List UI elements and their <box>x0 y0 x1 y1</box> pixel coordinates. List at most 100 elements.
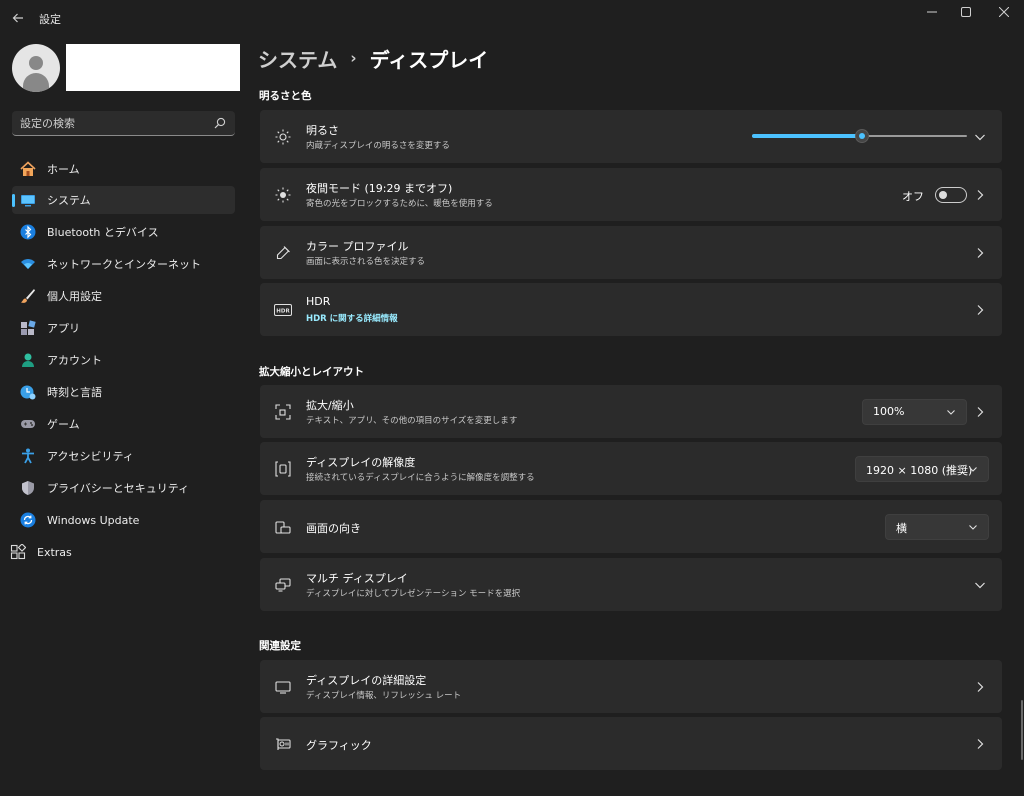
brightness-card[interactable]: 明るさ 内蔵ディスプレイの明るさを変更する <box>260 110 1002 163</box>
orientation-dropdown[interactable]: 横 <box>885 513 989 540</box>
minimize-button[interactable] <box>914 0 950 24</box>
scale-icon <box>274 403 292 421</box>
sidebar-item-time-language[interactable]: 時刻と言語 <box>12 378 235 406</box>
sidebar-item-label: システム <box>47 194 91 207</box>
sidebar-item-accessibility[interactable]: アクセシビリティ <box>12 442 235 470</box>
sidebar-item-label: ホーム <box>47 163 80 176</box>
advanced-display-title: ディスプレイの詳細設定 <box>306 674 427 687</box>
sidebar-item-personalization[interactable]: 個人用設定 <box>12 282 235 310</box>
search-box[interactable] <box>12 111 235 136</box>
sidebar-item-label: アクセシビリティ <box>47 450 134 463</box>
breadcrumb-separator-icon: › <box>350 49 357 67</box>
sidebar-item-account[interactable]: アカウント <box>12 346 235 374</box>
scale-desc: テキスト、アプリ、その他の項目のサイズを変更します <box>306 416 518 426</box>
hdr-icon: HDR <box>274 301 292 319</box>
eyedropper-icon <box>274 244 292 262</box>
sidebar-item-system[interactable]: システム <box>12 186 235 214</box>
night-light-icon <box>274 186 292 204</box>
brightness-desc: 内蔵ディスプレイの明るさを変更する <box>306 141 450 151</box>
multi-display-card[interactable]: マルチ ディスプレイ ディスプレイに対してプレゼンテーション モードを選択 <box>260 558 1002 611</box>
sidebar-item-windows-update[interactable]: Windows Update <box>12 506 235 534</box>
scale-dropdown-value: 100% <box>873 404 905 418</box>
resolution-title: ディスプレイの解像度 <box>306 456 416 469</box>
section-title-related: 関連設定 <box>259 640 301 652</box>
maximize-icon <box>961 7 971 17</box>
sidebar-item-extras[interactable]: Extras <box>10 538 235 566</box>
scale-card[interactable]: 拡大/縮小 テキスト、アプリ、その他の項目のサイズを変更します 100% <box>260 385 1002 438</box>
orientation-card[interactable]: 画面の向き 横 <box>260 500 1002 553</box>
privacy-shield-icon <box>20 480 36 496</box>
multi-display-icon <box>274 576 292 594</box>
graphics-card[interactable]: グラフィック <box>260 717 1002 770</box>
graphics-card-icon <box>274 735 292 753</box>
night-light-state-label: オフ <box>902 189 924 203</box>
page-title: ディスプレイ <box>369 47 489 72</box>
chevron-right-icon[interactable] <box>974 738 986 750</box>
sidebar-item-label: アカウント <box>47 354 102 367</box>
resolution-desc: 接続されているディスプレイに合うように解像度を調整する <box>306 473 535 483</box>
maximize-button[interactable] <box>948 0 984 24</box>
bluetooth-icon <box>20 224 36 240</box>
chevron-right-icon[interactable] <box>974 189 986 201</box>
resolution-dropdown-value: 1920 × 1080 (推奨) <box>866 463 973 477</box>
sidebar-item-label: プライバシーとセキュリティ <box>47 482 190 495</box>
breadcrumb: システム › ディスプレイ <box>258 43 488 73</box>
night-light-title: 夜間モード (19:29 までオフ) <box>306 182 453 195</box>
brightness-slider[interactable] <box>752 129 967 143</box>
resolution-card[interactable]: ディスプレイの解像度 接続されているディスプレイに合うように解像度を調整する 1… <box>260 442 1002 495</box>
chevron-down-icon <box>969 466 977 472</box>
chevron-right-icon[interactable] <box>974 304 986 316</box>
sidebar-item-network[interactable]: ネットワークとインターネット <box>12 250 235 278</box>
breadcrumb-parent[interactable]: システム <box>258 44 337 73</box>
chevron-down-icon[interactable] <box>974 579 986 591</box>
resolution-icon <box>274 460 292 478</box>
night-light-toggle[interactable] <box>935 186 967 203</box>
chevron-right-icon[interactable] <box>974 247 986 259</box>
scale-dropdown[interactable]: 100% <box>862 398 967 425</box>
sidebar-item-label: 個人用設定 <box>47 290 102 303</box>
back-button[interactable] <box>6 6 30 30</box>
monitor-icon <box>274 678 292 696</box>
multi-display-desc: ディスプレイに対してプレゼンテーション モードを選択 <box>306 589 521 599</box>
orientation-icon <box>274 518 292 536</box>
windows-update-icon <box>20 512 36 528</box>
night-light-desc: 寄色の光をブロックするために、暖色を使用する <box>306 199 493 209</box>
search-icon[interactable] <box>214 117 226 129</box>
search-input[interactable] <box>20 115 210 132</box>
sidebar-item-label: Bluetooth とデバイス <box>47 226 159 239</box>
sidebar-item-gaming[interactable]: ゲーム <box>12 410 235 438</box>
scrollbar[interactable] <box>1021 700 1023 760</box>
hdr-card[interactable]: HDR HDR HDR に関する詳細情報 <box>260 283 1002 336</box>
accessibility-icon <box>20 448 36 464</box>
color-profile-desc: 画面に表示される色を決定する <box>306 257 426 267</box>
network-icon <box>20 256 36 272</box>
avatar[interactable] <box>12 44 60 92</box>
orientation-dropdown-value: 横 <box>896 521 907 535</box>
hdr-title: HDR <box>306 295 331 308</box>
time-language-icon <box>20 384 36 400</box>
sidebar-item-apps[interactable]: アプリ <box>12 314 235 342</box>
svg-text:HDR: HDR <box>276 308 290 314</box>
advanced-display-card[interactable]: ディスプレイの詳細設定 ディスプレイ情報、リフレッシュ レート <box>260 660 1002 713</box>
resolution-dropdown[interactable]: 1920 × 1080 (推奨) <box>855 455 989 482</box>
toggle-knob <box>939 190 947 199</box>
sidebar-item-label: 時刻と言語 <box>47 386 102 399</box>
sidebar-item-label: ネットワークとインターネット <box>47 258 201 271</box>
hdr-info-link[interactable]: HDR に関する詳細情報 <box>306 312 398 324</box>
close-button[interactable] <box>986 0 1022 24</box>
app-title: 設定 <box>39 13 61 26</box>
gaming-icon <box>20 416 36 432</box>
sidebar-item-label: アプリ <box>47 322 80 335</box>
chevron-right-icon[interactable] <box>974 681 986 693</box>
sidebar-item-label: ゲーム <box>47 418 80 431</box>
color-profile-card[interactable]: カラー プロファイル 画面に表示される色を決定する <box>260 226 1002 279</box>
section-title-brightness-color: 明るさと色 <box>259 90 312 102</box>
sidebar-item-bluetooth[interactable]: Bluetooth とデバイス <box>12 218 235 246</box>
slider-fill <box>752 134 862 138</box>
sidebar-item-home[interactable]: ホーム <box>12 155 235 183</box>
night-light-card[interactable]: 夜間モード (19:29 までオフ) 寄色の光をブロックするために、暖色を使用す… <box>260 168 1002 221</box>
sidebar-item-privacy[interactable]: プライバシーとセキュリティ <box>12 474 235 502</box>
chevron-right-icon[interactable] <box>974 406 986 418</box>
slider-thumb[interactable] <box>854 129 869 143</box>
chevron-down-icon[interactable] <box>974 131 986 143</box>
